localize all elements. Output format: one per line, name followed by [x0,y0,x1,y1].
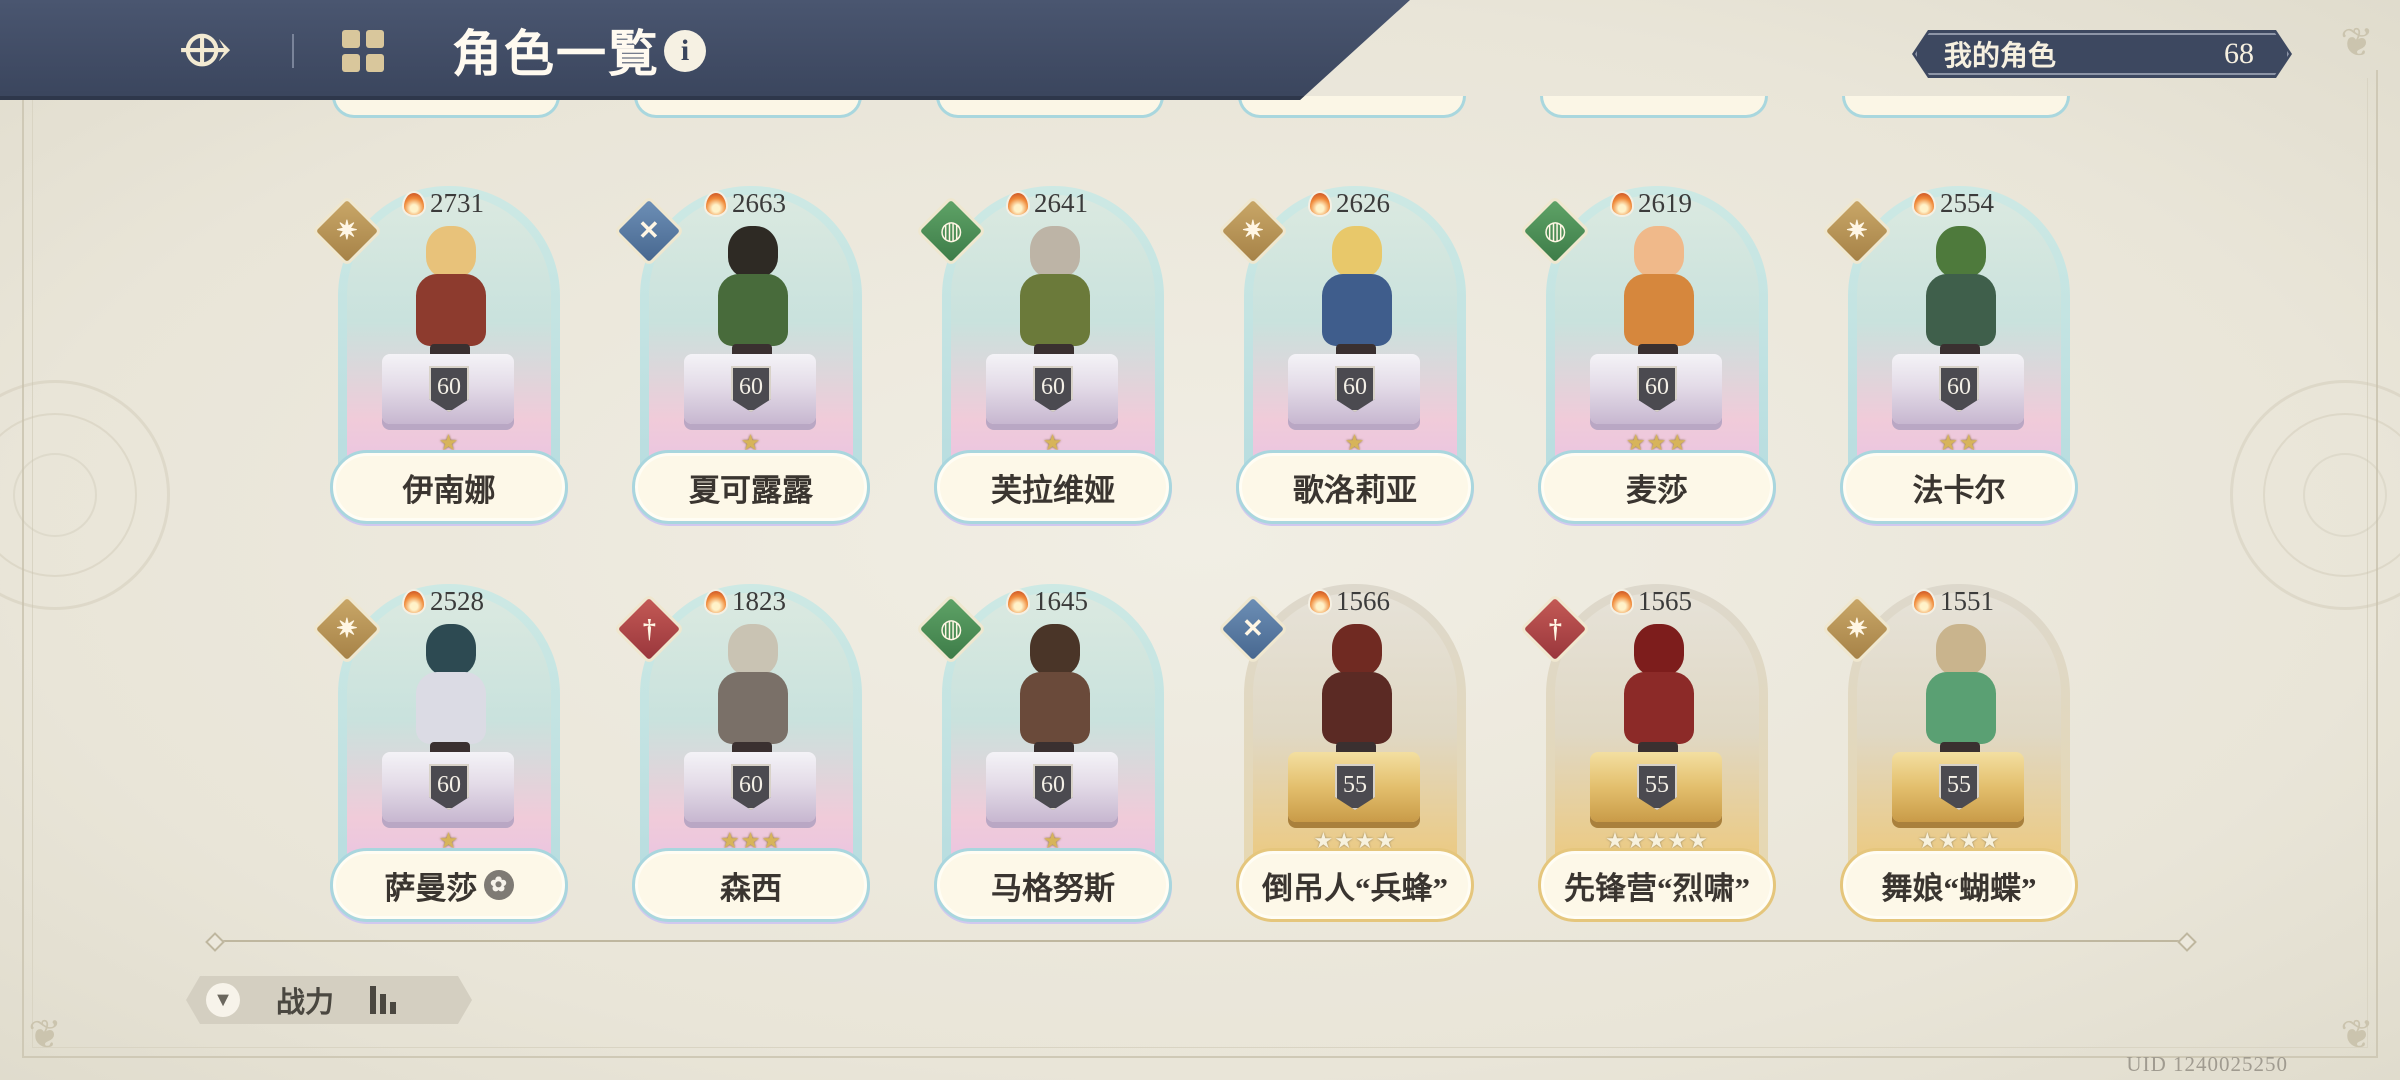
power-value: 2626 [1308,188,1390,219]
character-card[interactable]: 60 ★ ◍ 2641 芙拉维娅 [915,186,1172,526]
character-name: 先锋营“烈啸” [1564,870,1750,906]
character-card[interactable]: 60 ★ ✷ 2731 伊南娜 [311,186,568,526]
special-badge-icon: ✿ [483,870,514,900]
power-number: 2731 [430,188,484,218]
power-value: 1823 [704,586,786,617]
character-name-plate: 伊南娜 [330,450,568,524]
character-name: 麦莎 [1626,472,1688,508]
character-name: 伊南娜 [402,472,496,508]
flame-icon [1308,588,1332,615]
user-id: UID 1240025250 [2126,1052,2288,1076]
power-value: 1566 [1308,586,1390,617]
character-name: 森西 [720,870,782,906]
power-number: 2528 [430,586,484,616]
power-value: 1551 [1912,586,1994,617]
character-card[interactable]: 60 ★★★ ◍ 2619 麦莎 [1519,186,1776,526]
power-value: 1645 [1006,586,1088,617]
corner-ornament-icon: ❦ [2340,1012,2374,1057]
flame-icon [1912,190,1936,217]
character-name-plate: 倒吊人“兵蜂” [1236,848,1474,922]
back-button[interactable]: ⟴ [170,18,240,82]
power-number: 2663 [732,188,786,218]
power-value: 2554 [1912,188,1994,219]
flame-icon [402,588,426,615]
character-card[interactable]: 60 ★★★ † 1823 森西 [613,584,870,924]
character-name: 夏可露露 [689,472,813,508]
flame-icon [1912,588,1936,615]
flame-icon [704,588,728,615]
character-card-partial[interactable] [1842,96,2070,118]
power-value: 1565 [1610,586,1692,617]
header-divider [292,34,294,68]
power-value: 2528 [402,586,484,617]
character-name-plate: 歌洛莉亚 [1236,450,1474,524]
flame-icon [402,190,426,217]
power-number: 1566 [1336,586,1390,616]
flame-icon [1006,190,1030,217]
character-card[interactable]: 55 ★★★★ ✕ 1566 倒吊人“兵蜂” [1217,584,1474,924]
character-name-plate: 马格努斯 [934,848,1172,922]
back-arrow-icon: ⟴ [178,22,232,79]
character-name-plate: 舞娘“蝴蝶” [1840,848,2078,922]
character-card[interactable]: 60 ★ ✕ 2663 夏可露露 [613,186,870,526]
character-card[interactable]: 55 ★★★★ ✷ 1551 舞娘“蝴蝶” [1821,584,2078,924]
power-number: 1565 [1638,586,1692,616]
corner-ornament-icon: ❦ [28,1012,62,1057]
character-name-plate: 森西 [632,848,870,922]
flame-icon [1006,588,1030,615]
power-number: 2626 [1336,188,1390,218]
sort-button[interactable]: ▼ 战力 [186,976,472,1024]
character-name: 萨曼莎 [384,870,478,906]
character-name-plate: 先锋营“烈啸” [1538,848,1776,922]
flame-icon [1610,190,1634,217]
flame-icon [1610,588,1634,615]
menu-button[interactable] [342,30,386,74]
character-card[interactable]: 60 ★★ ✷ 2554 法卡尔 [1821,186,2078,526]
power-value: 2641 [1006,188,1088,219]
power-number: 2641 [1034,188,1088,218]
owned-count: 68 [2224,37,2254,70]
corner-ornament-icon: ❦ [2340,20,2374,65]
power-number: 2554 [1940,188,1994,218]
page-title: 角色一覧 [452,26,660,82]
power-number: 1645 [1034,586,1088,616]
character-name-plate: 夏可露露 [632,450,870,524]
character-name-plate: 芙拉维娅 [934,450,1172,524]
power-value: 2619 [1610,188,1692,219]
power-number: 2619 [1638,188,1692,218]
character-card[interactable]: 60 ★ ◍ 1645 马格努斯 [915,584,1172,924]
divider-line [214,940,2188,942]
character-name-plate: 麦莎 [1538,450,1776,524]
character-name: 马格努斯 [991,870,1115,906]
character-name: 芙拉维娅 [991,472,1115,508]
power-number: 1551 [1940,586,1994,616]
character-name: 歌洛莉亚 [1293,472,1417,508]
flame-icon [1308,190,1332,217]
character-card[interactable]: 55 ★★★★★ † 1565 先锋营“烈啸” [1519,584,1776,924]
power-value: 2663 [704,188,786,219]
sort-label: 战力 [276,987,335,1019]
character-name: 法卡尔 [1912,472,2006,508]
character-card[interactable]: 60 ★ ✷ 2626 歌洛莉亚 [1217,186,1474,526]
filter-icon[interactable]: ▼ [206,983,240,1017]
character-card-partial[interactable] [1540,96,1768,118]
flame-icon [704,190,728,217]
owned-label: 我的角色 [1944,40,2057,71]
character-card[interactable]: 60 ★ ✷ 2528 萨曼莎 ✿ [311,584,568,924]
owned-characters-counter: 我的角色 68 [1912,30,2292,78]
character-name: 舞娘“蝴蝶” [1881,870,2037,906]
info-icon[interactable]: i [664,30,706,72]
character-name-plate: 法卡尔 [1840,450,2078,524]
power-number: 1823 [732,586,786,616]
sort-descending-icon [370,986,396,1014]
character-name-plate: 萨曼莎 ✿ [330,848,568,922]
character-name: 倒吊人“兵蜂” [1262,870,1448,906]
power-value: 2731 [402,188,484,219]
